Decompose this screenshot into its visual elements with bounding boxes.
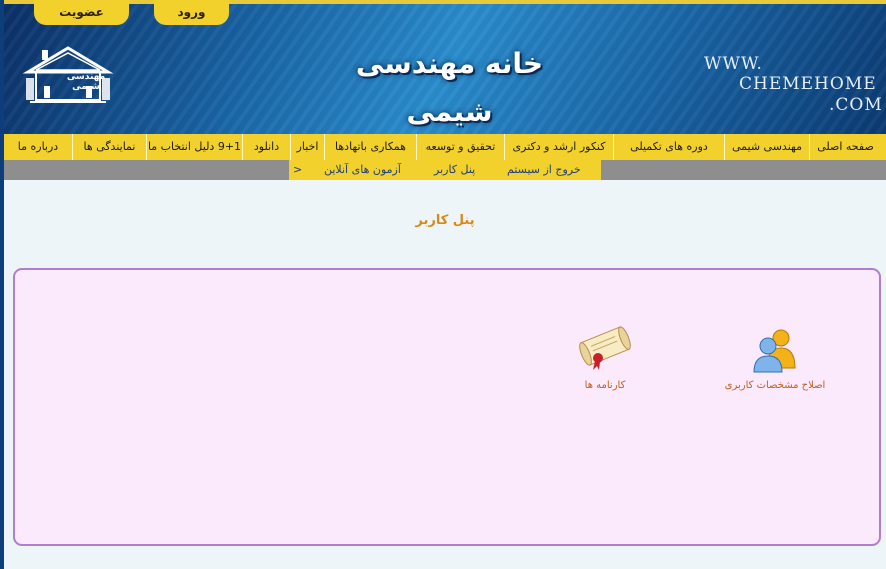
- report-cards-card[interactable]: کارنامه ها: [570, 318, 640, 391]
- users-icon: [753, 329, 796, 373]
- nav-chemical-engineering[interactable]: مهندسی شیمی: [724, 134, 809, 160]
- user-panel-link[interactable]: پنل کاربر: [434, 160, 475, 180]
- online-exams-link[interactable]: آزمون های آنلاین: [324, 160, 401, 180]
- nav-news[interactable]: اخبار: [290, 134, 324, 160]
- nav-download[interactable]: دانلود: [242, 134, 290, 160]
- sub-nav-box: خروج از سیستم پنل کاربر آزمون های آنلاین…: [289, 160, 601, 180]
- edit-profile-label[interactable]: اصلاح مشخصات کاربری: [715, 380, 835, 391]
- nav-research[interactable]: تحقیق و توسعه: [416, 134, 504, 160]
- scroll-certificate-icon: [579, 326, 631, 370]
- nav-home[interactable]: صفحه اصلی: [809, 134, 881, 160]
- site-url-line-3: .COM: [829, 95, 883, 115]
- edit-profile-card[interactable]: اصلاح مشخصات کاربری: [715, 326, 835, 391]
- nav-agencies[interactable]: نمایندگی ها: [72, 134, 146, 160]
- user-panel-box: اصلاح مشخصات کاربری کارنامه ها: [13, 268, 881, 546]
- sub-nav-arrow[interactable]: >: [293, 160, 302, 180]
- nav-cooperation[interactable]: همکاری باتهادها: [324, 134, 416, 160]
- header-top-line: [4, 0, 886, 4]
- login-tab[interactable]: ورود: [154, 0, 229, 25]
- register-tab[interactable]: عضویت: [34, 0, 129, 25]
- report-cards-label[interactable]: کارنامه ها: [570, 380, 640, 391]
- nav-entrance-exam[interactable]: کنکور ارشد و دکتری: [504, 134, 613, 160]
- nav-graduate-courses[interactable]: دوره های تکمیلی: [613, 134, 724, 160]
- page-title: پنل کاربر: [415, 213, 475, 228]
- main-nav: صفحه اصلی مهندسی شیمی دوره های تکمیلی کن…: [4, 134, 886, 160]
- logout-link[interactable]: خروج از سیستم: [507, 160, 581, 180]
- site-title: خانه مهندسی شیمی: [355, 47, 544, 128]
- sub-nav: خروج از سیستم پنل کاربر آزمون های آنلاین…: [4, 160, 886, 180]
- site-url-line-1: WWW.: [704, 54, 763, 74]
- logo-label: مهندسی شیمی: [66, 72, 106, 92]
- nav-reasons[interactable]: 9+1 دلیل انتخاب ما: [146, 134, 242, 160]
- site-logo[interactable]: مهندسی شیمی: [22, 44, 114, 108]
- site-url-line-2: CHEMEHOME: [739, 74, 877, 94]
- site-header: عضویت ورود مهندسی شیمی خانه مهندسی شیمی …: [4, 0, 886, 134]
- nav-about[interactable]: درباره ما: [4, 134, 72, 160]
